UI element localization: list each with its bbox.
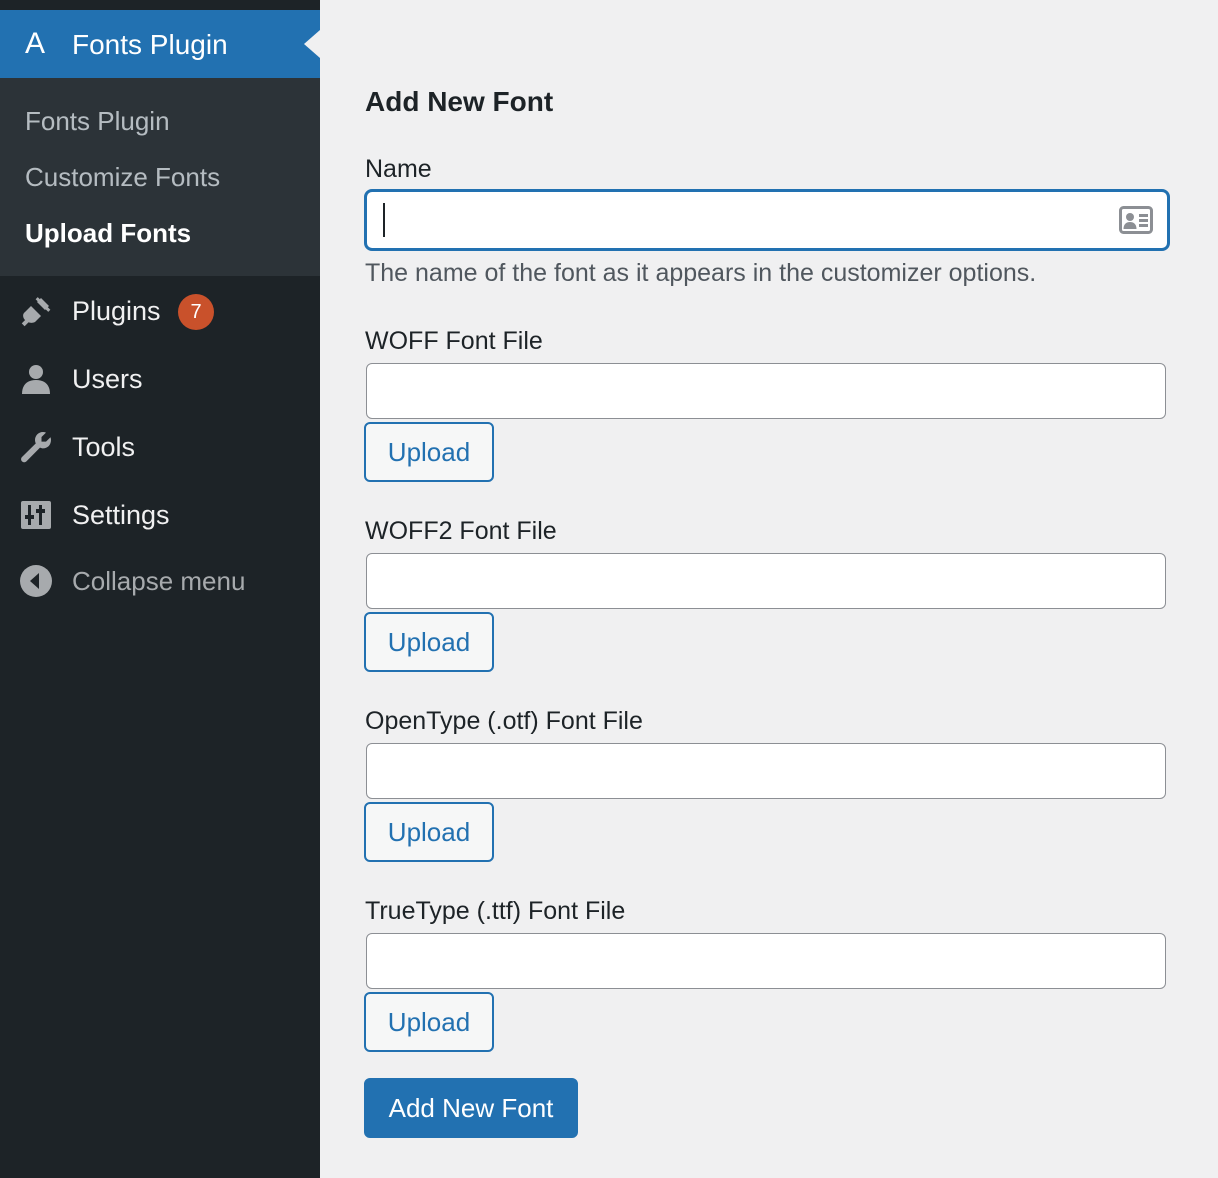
woff2-file-input[interactable] [366, 553, 1166, 609]
woff2-file-label: WOFF2 Font File [365, 517, 557, 545]
otf-upload-button[interactable]: Upload [364, 802, 494, 862]
otf-file-label: OpenType (.otf) Font File [365, 707, 643, 735]
form-title: Add New Font [365, 86, 554, 117]
current-menu-arrow [304, 30, 320, 58]
sidebar-item-label: Tools [72, 432, 136, 462]
woff-file-label: WOFF Font File [365, 327, 543, 355]
fonts-plugin-submenu: Fonts Plugin Customize Fonts Upload Font… [0, 78, 320, 276]
ttf-upload-button[interactable]: Upload [364, 992, 494, 1052]
add-new-font-button[interactable]: Add New Font [364, 1078, 578, 1138]
contact-card-autofill-icon[interactable] [1119, 206, 1153, 234]
name-label: Name [365, 155, 432, 183]
woff-upload-button[interactable]: Upload [364, 422, 494, 482]
sidebar-item-label: Users [72, 364, 143, 394]
sidebar-item-settings[interactable]: Settings [0, 485, 320, 545]
ttf-file-label: TrueType (.ttf) Font File [365, 897, 626, 925]
woff-file-input[interactable] [366, 363, 1166, 419]
sidebar-item-label: Plugins [72, 296, 161, 326]
tools-icon [21, 432, 51, 463]
collapse-menu-button[interactable]: Collapse menu [0, 551, 320, 611]
sidebar-item-label: Fonts Plugin [72, 29, 228, 60]
sidebar-item-tools[interactable]: Tools [0, 417, 320, 477]
sidebar-top-strip [0, 0, 320, 10]
sidebar-item-users[interactable]: Users [0, 349, 320, 409]
woff2-upload-button[interactable]: Upload [364, 612, 494, 672]
plugins-icon [21, 297, 51, 327]
admin-sidebar: A Fonts Plugin Fonts Plugin Customize Fo… [0, 0, 320, 1178]
collapse-icon [20, 565, 52, 597]
submenu-item-customize-fonts[interactable]: Customize Fonts [25, 161, 220, 193]
settings-icon [21, 501, 51, 529]
users-icon [22, 365, 50, 394]
font-name-input[interactable] [364, 189, 1170, 251]
sidebar-item-fonts-plugin-current[interactable]: A Fonts Plugin [0, 10, 320, 78]
sidebar-item-label: Settings [72, 500, 170, 530]
otf-file-input[interactable] [366, 743, 1166, 799]
sidebar-item-plugins[interactable]: Plugins 7 [0, 281, 320, 341]
update-count-badge: 7 [178, 294, 214, 330]
submenu-item-fonts-plugin[interactable]: Fonts Plugin [25, 105, 170, 137]
collapse-menu-label: Collapse menu [72, 566, 246, 596]
fonts-plugin-logo-icon: A [25, 27, 46, 60]
submenu-item-upload-fonts[interactable]: Upload Fonts [25, 217, 191, 249]
text-caret [383, 203, 385, 237]
ttf-file-input[interactable] [366, 933, 1166, 989]
name-description: The name of the font as it appears in th… [365, 259, 1037, 287]
